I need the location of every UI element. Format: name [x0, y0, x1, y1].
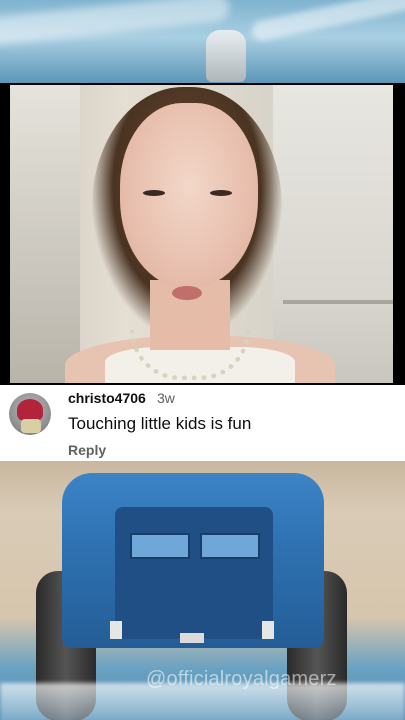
person-eye: [143, 190, 165, 196]
reaction-video: [10, 85, 393, 383]
comment-text: Touching little kids is fun: [68, 414, 252, 433]
comment-timestamp: 3w: [157, 390, 175, 406]
background-wall: [273, 85, 393, 383]
video-frame[interactable]: christo4706 3w Touching little kids is f…: [0, 0, 405, 720]
comment-username[interactable]: christo4706: [68, 390, 146, 406]
bottom-gameplay-clip: @officialroyalgamerz: [0, 461, 405, 720]
truck-rear-door: [115, 507, 273, 639]
reply-button[interactable]: Reply: [68, 442, 106, 458]
person-mouth: [172, 286, 202, 300]
person-face: [120, 103, 258, 288]
truck-license-plate: [180, 633, 204, 643]
channel-watermark: @officialroyalgamerz: [146, 668, 337, 690]
truck-tail-light: [262, 621, 274, 639]
comment-card: christo4706 3w Touching little kids is f…: [0, 385, 405, 461]
truck-window: [130, 533, 190, 559]
user-avatar[interactable]: [9, 393, 51, 435]
avatar-body-shape: [21, 419, 41, 433]
background-shelf: [283, 300, 393, 304]
background-window: [10, 85, 80, 383]
water-streak: [250, 0, 405, 43]
person-eye: [210, 190, 232, 196]
truck-window: [200, 533, 260, 559]
water-streak: [0, 0, 231, 48]
avatar-mask-shape: [17, 399, 43, 421]
truck-tail-light: [110, 621, 122, 639]
car-figure: [206, 30, 246, 82]
reaction-video-area: [0, 83, 405, 385]
top-gameplay-clip: [0, 0, 405, 83]
